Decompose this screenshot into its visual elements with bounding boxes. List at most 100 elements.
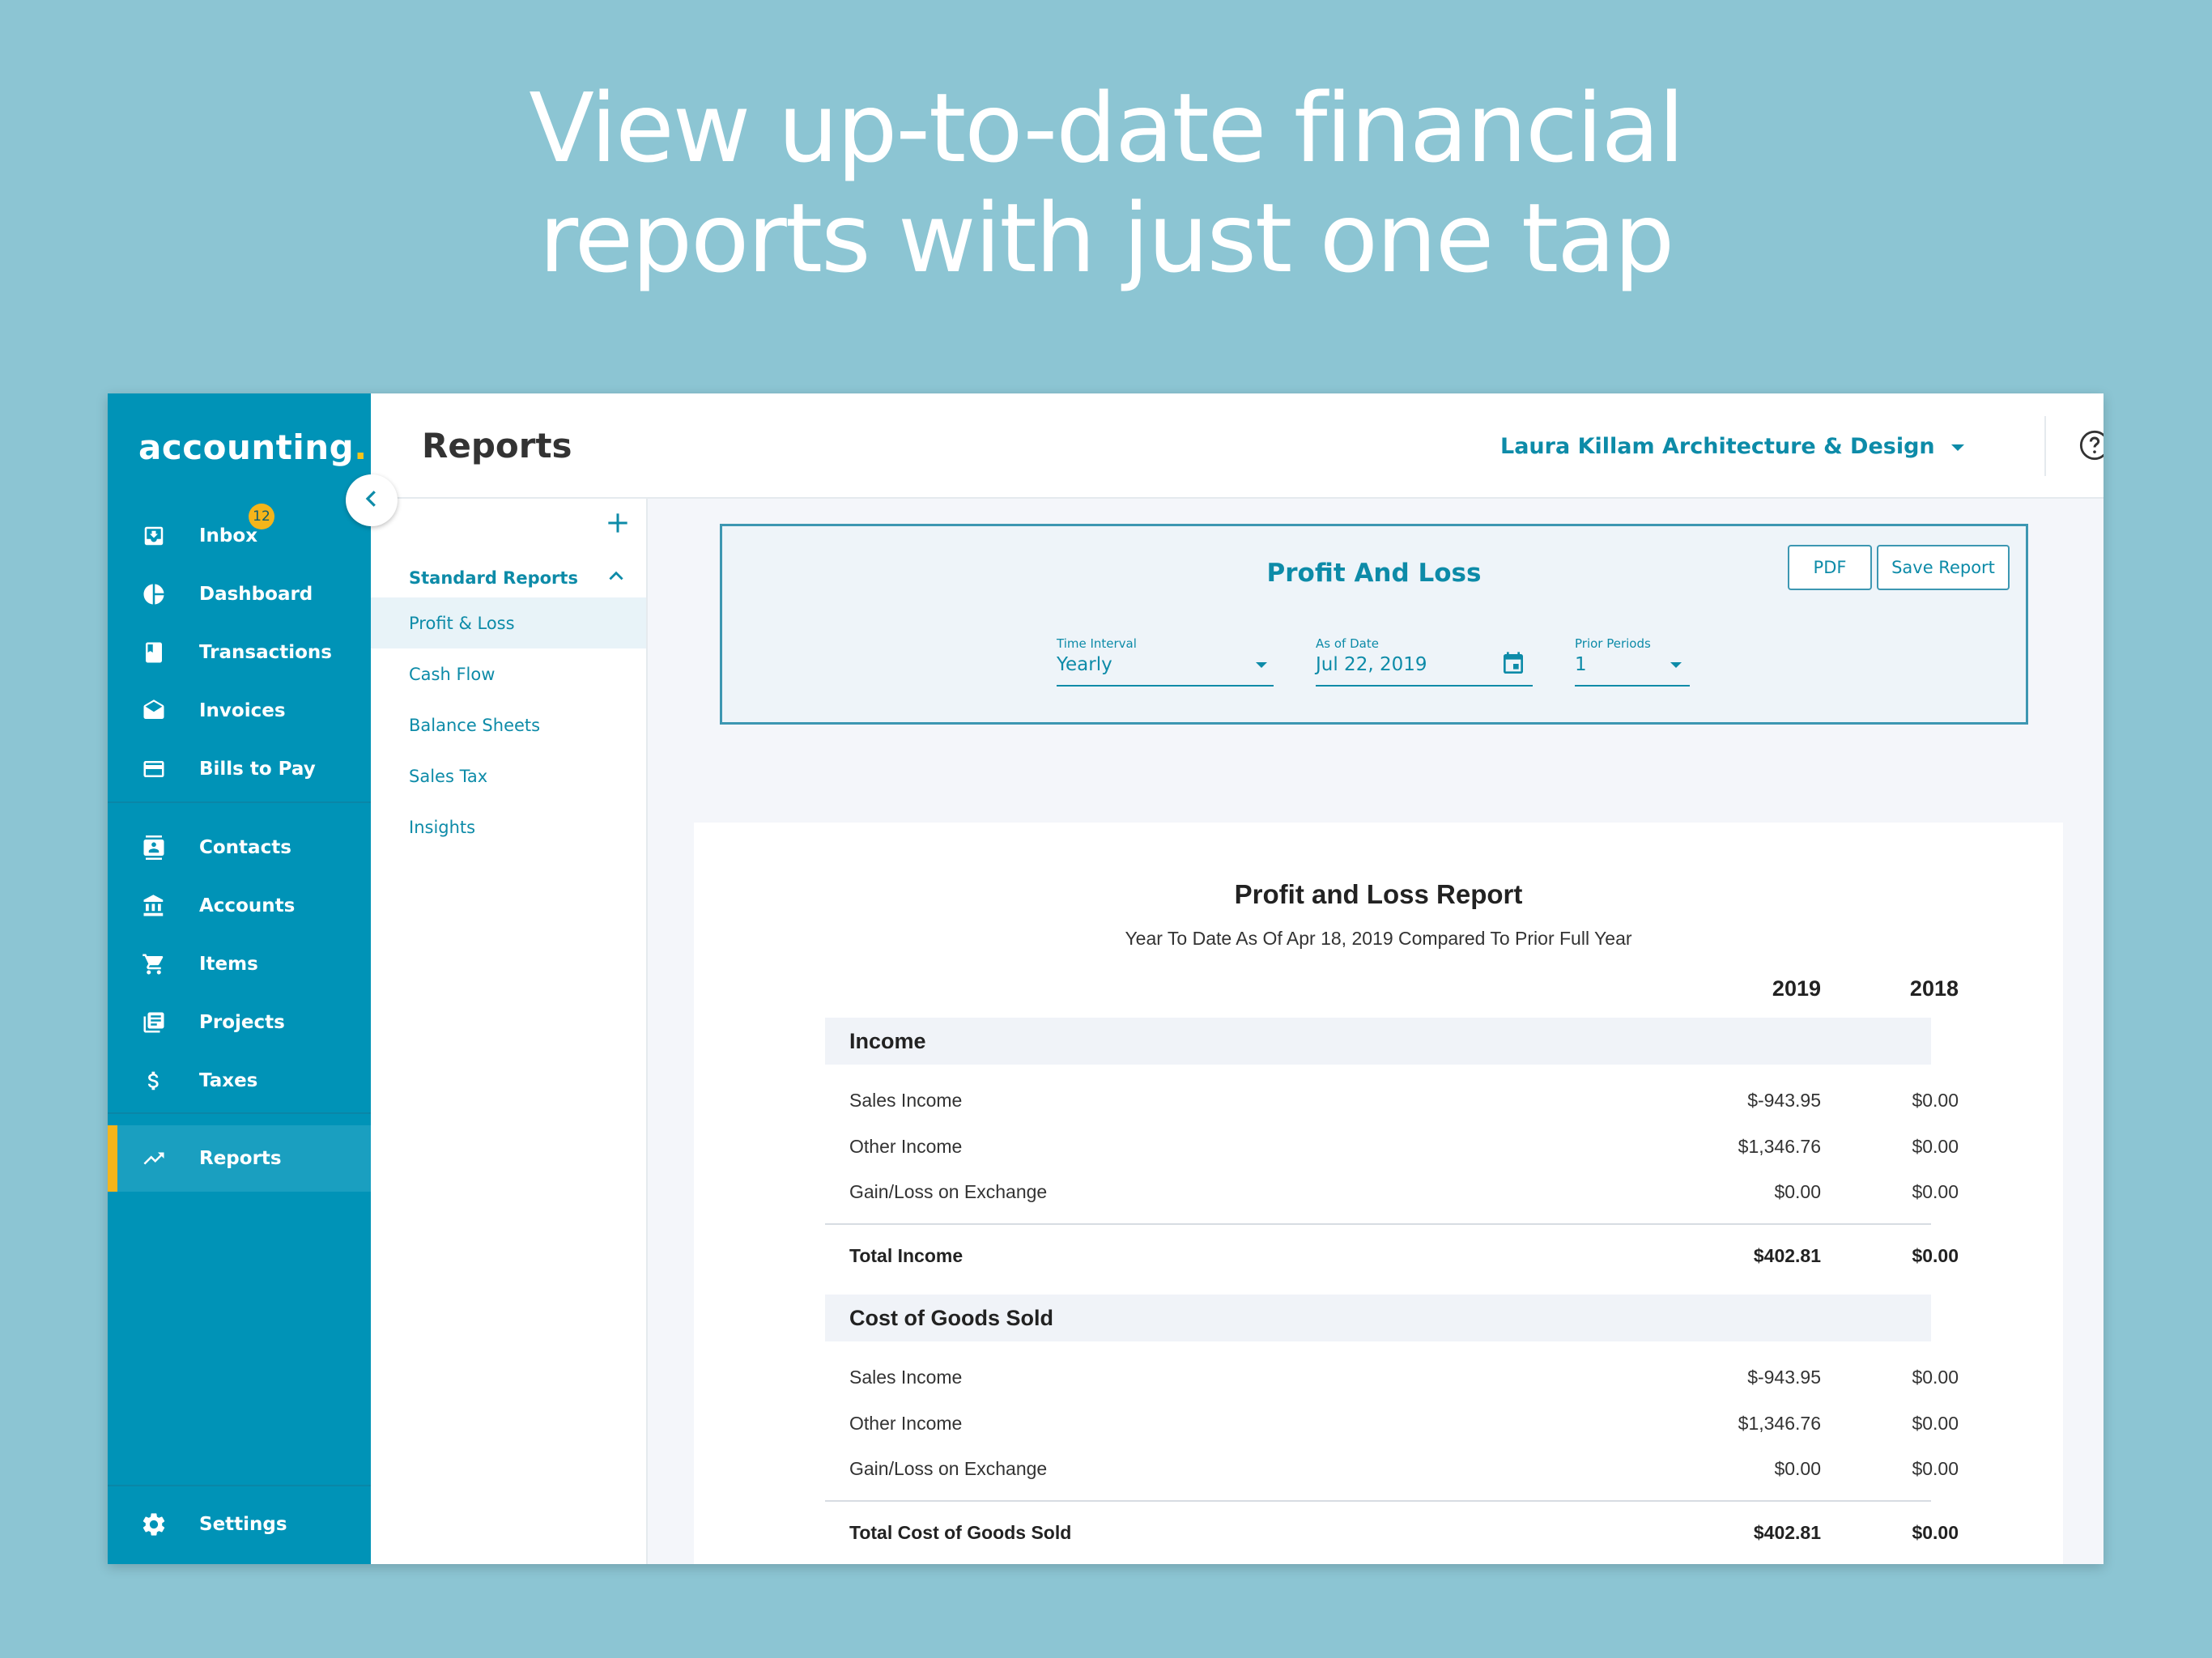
caret-down-icon [1950, 444, 1964, 451]
row-label: Other Income [849, 1413, 963, 1434]
envelope-open-icon [140, 697, 168, 725]
report-filter-card: Profit And Loss PDF Save Report Time Int… [720, 524, 2028, 725]
headline-line-2: reports with just one tap [538, 182, 1675, 294]
app-logo[interactable]: accounting. [138, 427, 368, 467]
report-title: Profit and Loss Report [1234, 879, 1523, 909]
header-divider [2044, 416, 2046, 476]
dollar-icon [140, 1067, 168, 1095]
field-underline [1575, 685, 1690, 687]
sidebar-item-items[interactable]: Items [108, 935, 371, 993]
subnav-item-sales-tax[interactable]: Sales Tax [371, 750, 646, 801]
subnav-item-label: Insights [409, 817, 476, 837]
help-icon [2078, 430, 2104, 465]
sidebar-item-contacts[interactable]: Contacts [108, 818, 371, 877]
subnav-item-insights[interactable]: Insights [371, 801, 646, 852]
sidebar-item-label: Inbox [199, 525, 258, 546]
row-value-2018: $0.00 [1912, 1458, 1959, 1479]
row-value-2018: $0.00 [1912, 1181, 1959, 1202]
chevron-up-icon[interactable] [606, 565, 627, 586]
sidebar-item-projects[interactable]: Projects [108, 993, 371, 1052]
row-value-2018: $0.00 [1912, 1367, 1959, 1388]
app-window: accounting. Inbox 12 Dashboard Transacti… [108, 393, 2104, 1564]
help-button[interactable] [2078, 429, 2104, 461]
subnav-item-label: Sales Tax [409, 766, 488, 786]
sidebar-item-label: Taxes [199, 1070, 258, 1091]
sidebar-item-transactions[interactable]: Transactions [108, 623, 371, 682]
sidebar-item-reports[interactable]: Reports [108, 1125, 371, 1192]
field-label: Prior Periods [1575, 636, 1651, 651]
row-value-2018: $0.00 [1912, 1413, 1959, 1434]
caret-down-icon [1670, 662, 1682, 668]
save-report-button[interactable]: Save Report [1877, 545, 2010, 590]
subnav-item-balance-sheets[interactable]: Balance Sheets [371, 699, 646, 750]
report-subtitle: Year To Date As Of Apr 18, 2019 Compared… [1125, 928, 1632, 949]
sidebar-item-bills-to-pay[interactable]: Bills to Pay [108, 740, 371, 798]
column-header-2018: 2018 [1909, 976, 1959, 1001]
bank-icon [140, 892, 168, 920]
page-title: Reports [422, 426, 572, 466]
sidebar-item-settings[interactable]: Settings [108, 1495, 371, 1554]
sidebar-item-accounts[interactable]: Accounts [108, 877, 371, 935]
total-label: Total Income [849, 1245, 963, 1266]
sidebar-item-label: Invoices [199, 700, 286, 721]
field-underline [1316, 685, 1533, 687]
projects-icon [140, 1009, 168, 1036]
total-label: Total Cost of Goods Sold [849, 1522, 1072, 1543]
total-divider [825, 1223, 1931, 1225]
row-label: Gain/Loss on Exchange [849, 1458, 1048, 1479]
credit-card-icon [140, 755, 168, 783]
sidebar-item-label: Accounts [199, 895, 296, 916]
add-report-button[interactable] [602, 507, 634, 539]
sidebar-item-label: Items [199, 954, 258, 975]
sidebar-item-taxes[interactable]: Taxes [108, 1052, 371, 1110]
sidebar-item-label: Dashboard [199, 584, 313, 605]
cart-icon [140, 950, 168, 978]
sidebar-item-inbox[interactable]: Inbox [108, 507, 371, 565]
subnav-item-label: Profit & Loss [409, 613, 515, 633]
field-label: As of Date [1316, 636, 1379, 651]
sidebar-divider [108, 1485, 371, 1486]
collapse-sidebar-button[interactable] [346, 474, 398, 526]
row-label: Sales Income [849, 1090, 963, 1111]
sidebar-item-label: Reports [199, 1148, 282, 1169]
field-underline [1057, 685, 1274, 687]
sidebar-item-label: Contacts [199, 837, 291, 858]
calendar-icon[interactable] [1500, 651, 1526, 680]
company-selector[interactable]: Laura Killam Architecture & Design [1500, 434, 1964, 459]
prior-periods-select[interactable]: Prior Periods 1 [1575, 636, 1690, 687]
subnav-item-label: Balance Sheets [409, 715, 541, 735]
section-title: Income [849, 1029, 926, 1053]
caret-down-icon [1256, 662, 1267, 668]
as-of-date-field[interactable]: As of Date Jul 22, 2019 [1316, 636, 1533, 687]
total-value-2018: $0.00 [1912, 1522, 1959, 1543]
book-icon [140, 639, 168, 666]
sidebar-item-dashboard[interactable]: Dashboard [108, 565, 371, 623]
pdf-button[interactable]: PDF [1788, 545, 1872, 590]
standard-reports-header[interactable]: Standard Reports [409, 568, 578, 588]
trending-up-icon [140, 1145, 168, 1172]
sidebar-item-invoices[interactable]: Invoices [108, 682, 371, 740]
contact-book-icon [140, 834, 168, 861]
headline-line-1: View up-to-date financial [529, 72, 1685, 184]
sidebar-item-label: Settings [199, 1514, 287, 1535]
row-label: Gain/Loss on Exchange [849, 1181, 1048, 1202]
row-value-2018: $0.00 [1912, 1090, 1959, 1111]
subnav-item-label: Cash Flow [409, 664, 496, 684]
sidebar-item-label: Bills to Pay [199, 759, 316, 780]
reports-subnav: Standard Reports Profit & Loss Cash Flow… [371, 499, 648, 1564]
field-label: Time Interval [1057, 636, 1137, 651]
chevron-left-icon [359, 487, 384, 514]
field-value: Jul 22, 2019 [1316, 654, 1427, 675]
row-label: Other Income [849, 1136, 963, 1157]
pie-chart-icon [140, 580, 168, 608]
inbox-icon [140, 522, 168, 550]
subnav-item-profit-loss[interactable]: Profit & Loss [371, 597, 646, 648]
sidebar-divider [108, 801, 371, 803]
time-interval-select[interactable]: Time Interval Yearly [1057, 636, 1274, 687]
subnav-item-cash-flow[interactable]: Cash Flow [371, 648, 646, 699]
section-header-income: Income [825, 1018, 1931, 1065]
total-divider [825, 1500, 1931, 1502]
sidebar-item-label: Transactions [199, 642, 332, 663]
total-value-2018: $0.00 [1912, 1245, 1959, 1266]
sidebar-divider [108, 1112, 371, 1114]
